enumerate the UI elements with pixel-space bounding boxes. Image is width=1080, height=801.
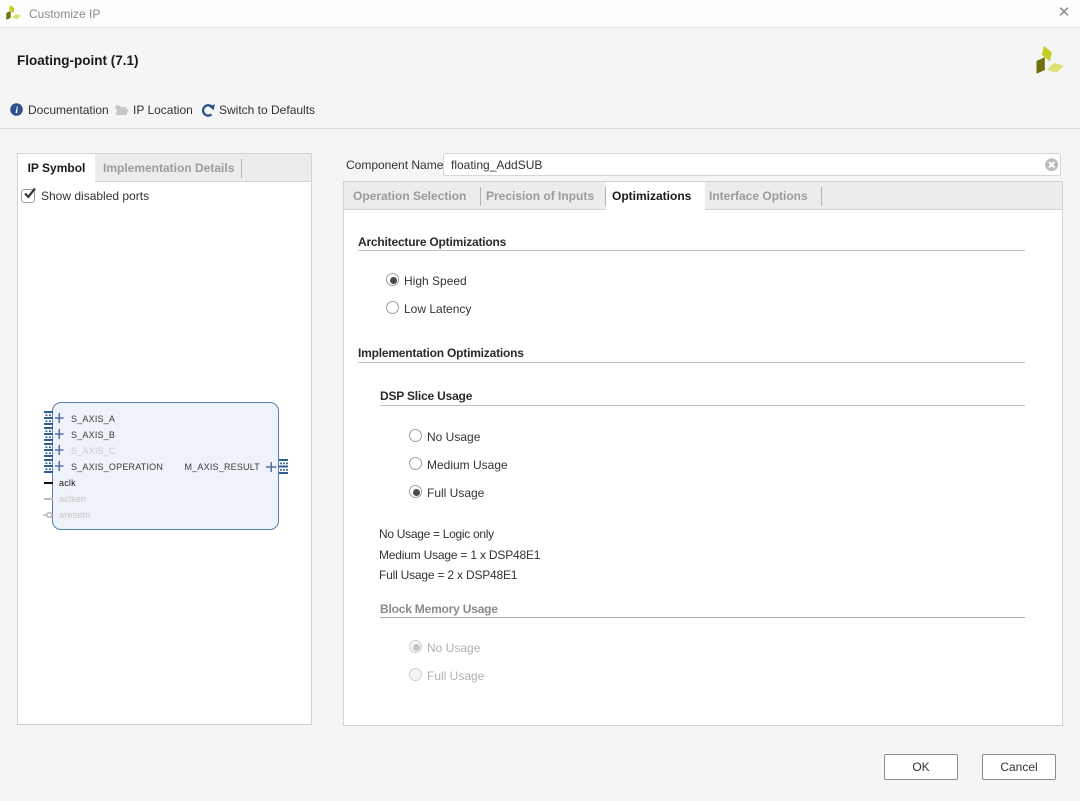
svg-text:i: i: [15, 106, 18, 116]
